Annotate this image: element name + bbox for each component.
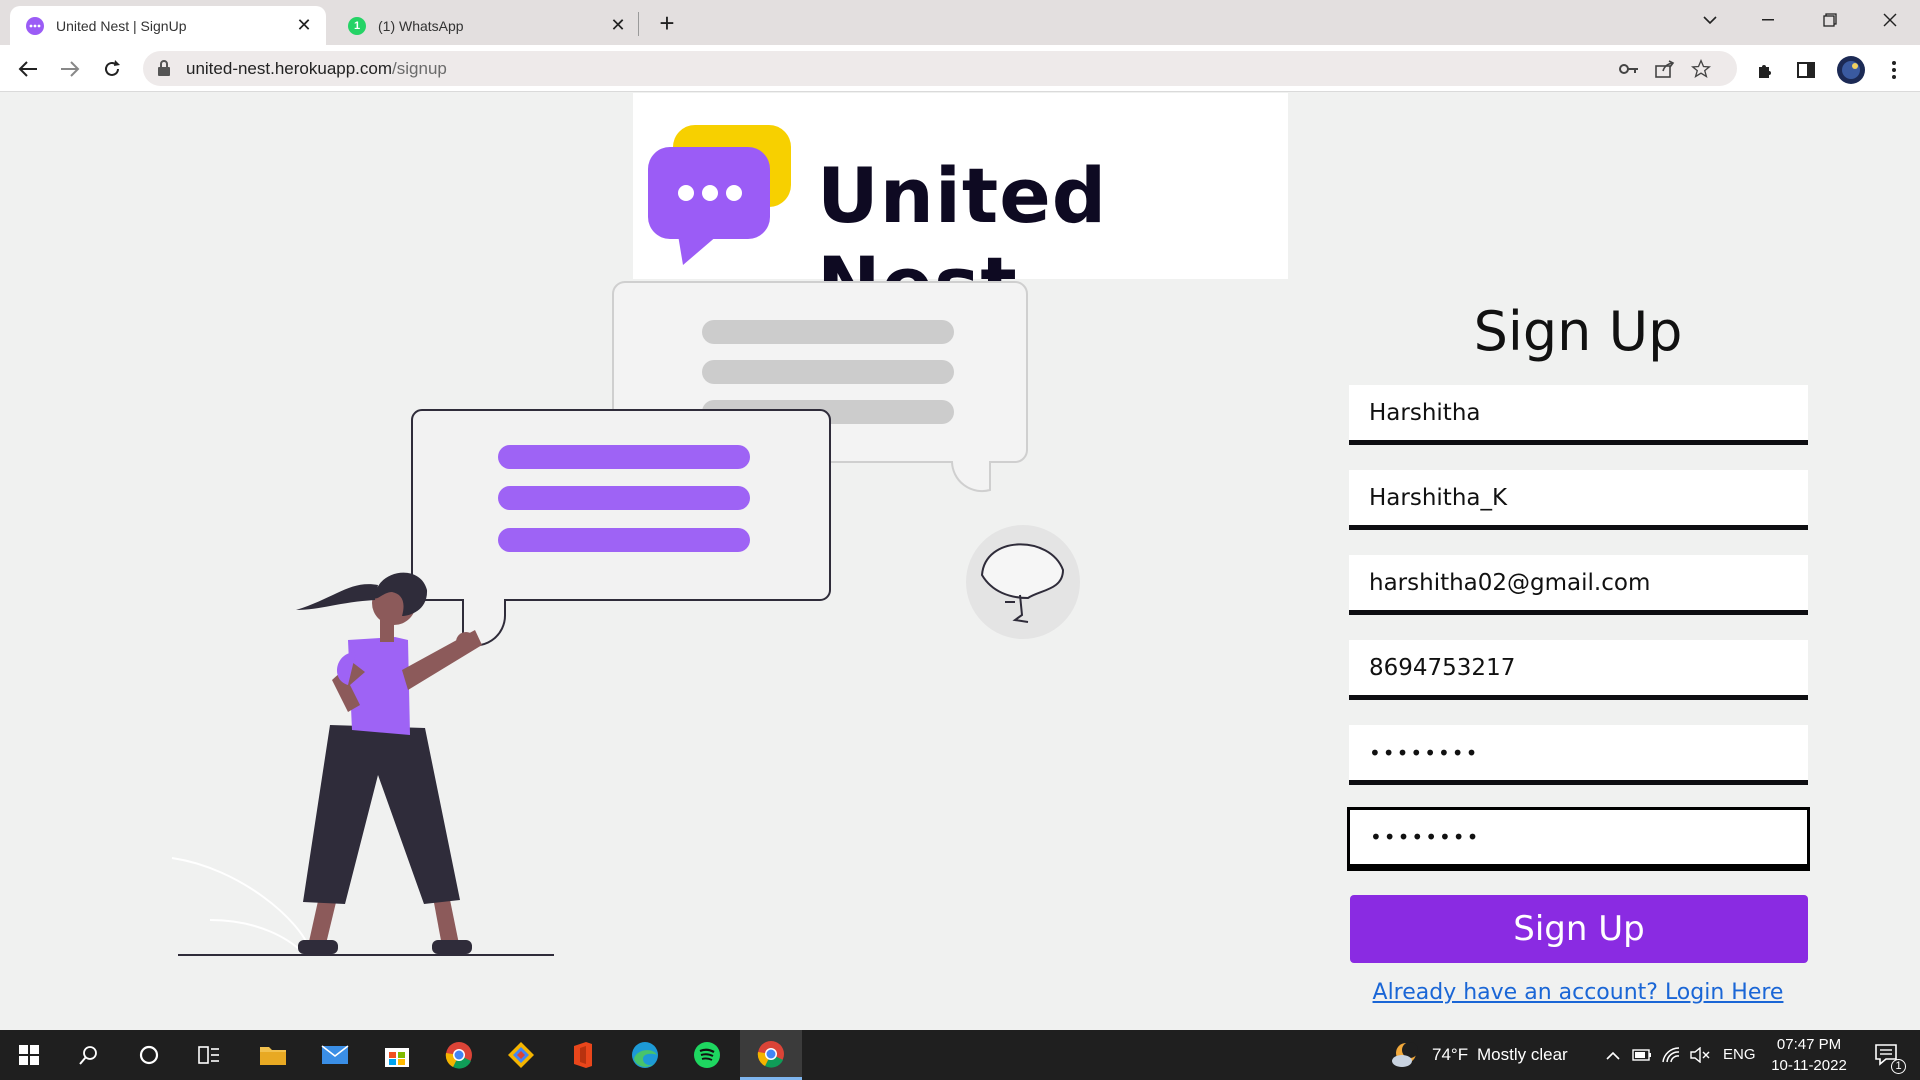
tab-whatsapp[interactable]: 1 (1) WhatsApp ✕ bbox=[332, 6, 640, 45]
clock-time: 07:47 PM bbox=[1776, 1036, 1842, 1053]
share-icon[interactable] bbox=[1653, 58, 1677, 80]
reload-button[interactable] bbox=[96, 53, 128, 85]
weather-text[interactable]: Mostly clear bbox=[1477, 1045, 1568, 1065]
close-tab-icon[interactable]: ✕ bbox=[604, 12, 632, 40]
profile-avatar[interactable] bbox=[1836, 55, 1866, 85]
battery-icon[interactable] bbox=[1628, 1030, 1656, 1080]
office-icon[interactable] bbox=[554, 1030, 612, 1080]
chrome-icon[interactable] bbox=[430, 1030, 488, 1080]
search-icon[interactable] bbox=[60, 1030, 118, 1080]
address-bar[interactable]: united-nest.herokuapp.com/signup bbox=[143, 51, 1737, 86]
tab-label: United Nest | SignUp bbox=[56, 17, 187, 34]
whatsapp-favicon-icon: 1 bbox=[348, 16, 366, 35]
restore-button[interactable] bbox=[1800, 0, 1860, 40]
edge-icon[interactable] bbox=[616, 1030, 674, 1080]
login-link[interactable]: Already have an account? Login Here bbox=[1348, 980, 1808, 1005]
back-button[interactable] bbox=[12, 53, 44, 85]
new-tab-button[interactable]: + bbox=[652, 8, 682, 38]
logo-banner: United Nest bbox=[633, 93, 1288, 329]
tab-search-icon[interactable] bbox=[1680, 0, 1740, 40]
name-field[interactable]: Harshitha bbox=[1349, 385, 1808, 445]
tab-divider bbox=[638, 12, 639, 36]
password-field[interactable]: •••••••• bbox=[1349, 725, 1808, 785]
weather-temp[interactable]: 74°F bbox=[1432, 1045, 1468, 1065]
mail-icon[interactable] bbox=[306, 1030, 364, 1080]
username-field[interactable]: Harshitha_K bbox=[1349, 470, 1808, 530]
confirm-password-field[interactable]: •••••••• bbox=[1347, 807, 1810, 871]
weather-moon-icon[interactable] bbox=[1380, 1030, 1430, 1080]
united-nest-favicon-icon bbox=[26, 16, 44, 35]
close-window-button[interactable] bbox=[1860, 0, 1920, 40]
task-view-icon[interactable] bbox=[180, 1030, 238, 1080]
close-tab-icon[interactable]: ✕ bbox=[290, 12, 318, 40]
clock[interactable]: 07:47 PM 10-11-2022 bbox=[1764, 1034, 1854, 1076]
menu-icon[interactable] bbox=[1880, 56, 1908, 84]
bookmark-star-icon[interactable] bbox=[1689, 58, 1713, 80]
chat-illustration bbox=[171, 281, 1080, 956]
tab-bar: United Nest | SignUp ✕ 1 (1) WhatsApp ✕ … bbox=[0, 0, 1920, 45]
chat-bubbles-logo-icon bbox=[648, 125, 791, 265]
spotify-icon[interactable] bbox=[678, 1030, 736, 1080]
extensions-icon[interactable] bbox=[1751, 56, 1779, 84]
tab-united-nest[interactable]: United Nest | SignUp ✕ bbox=[10, 6, 326, 45]
phone-field[interactable]: 8694753217 bbox=[1349, 640, 1808, 700]
email-field[interactable]: harshitha02@gmail.com bbox=[1349, 555, 1808, 615]
taskbar: 74°F Mostly clear ENG 07:47 PM 10-11-202… bbox=[0, 1030, 1920, 1080]
minimize-button[interactable] bbox=[1738, 0, 1798, 40]
store-icon[interactable] bbox=[368, 1030, 426, 1080]
browser-toolbar: united-nest.herokuapp.com/signup bbox=[0, 45, 1920, 92]
file-explorer-icon[interactable] bbox=[244, 1030, 302, 1080]
volume-muted-icon[interactable] bbox=[1686, 1030, 1714, 1080]
side-panel-icon[interactable] bbox=[1792, 56, 1820, 84]
signup-title: Sign Up bbox=[1473, 300, 1683, 363]
notification-count: 1 bbox=[1891, 1059, 1906, 1074]
lock-icon[interactable] bbox=[157, 60, 173, 76]
notifications-icon[interactable]: 1 bbox=[1862, 1030, 1912, 1080]
tab-label: (1) WhatsApp bbox=[378, 17, 464, 34]
forward-button[interactable] bbox=[54, 53, 86, 85]
language-indicator[interactable]: ENG bbox=[1723, 1046, 1756, 1063]
git-app-icon[interactable] bbox=[492, 1030, 550, 1080]
chrome-active-icon[interactable] bbox=[740, 1030, 802, 1080]
windows-start-icon[interactable] bbox=[0, 1030, 58, 1080]
wifi-icon[interactable] bbox=[1657, 1030, 1685, 1080]
cortana-icon[interactable] bbox=[120, 1030, 178, 1080]
url-text: united-nest.herokuapp.com/signup bbox=[186, 59, 447, 78]
key-icon[interactable] bbox=[1617, 58, 1641, 80]
chevron-up-icon[interactable] bbox=[1600, 1030, 1626, 1080]
signup-button[interactable]: Sign Up bbox=[1350, 895, 1808, 963]
clock-date: 10-11-2022 bbox=[1771, 1057, 1847, 1074]
